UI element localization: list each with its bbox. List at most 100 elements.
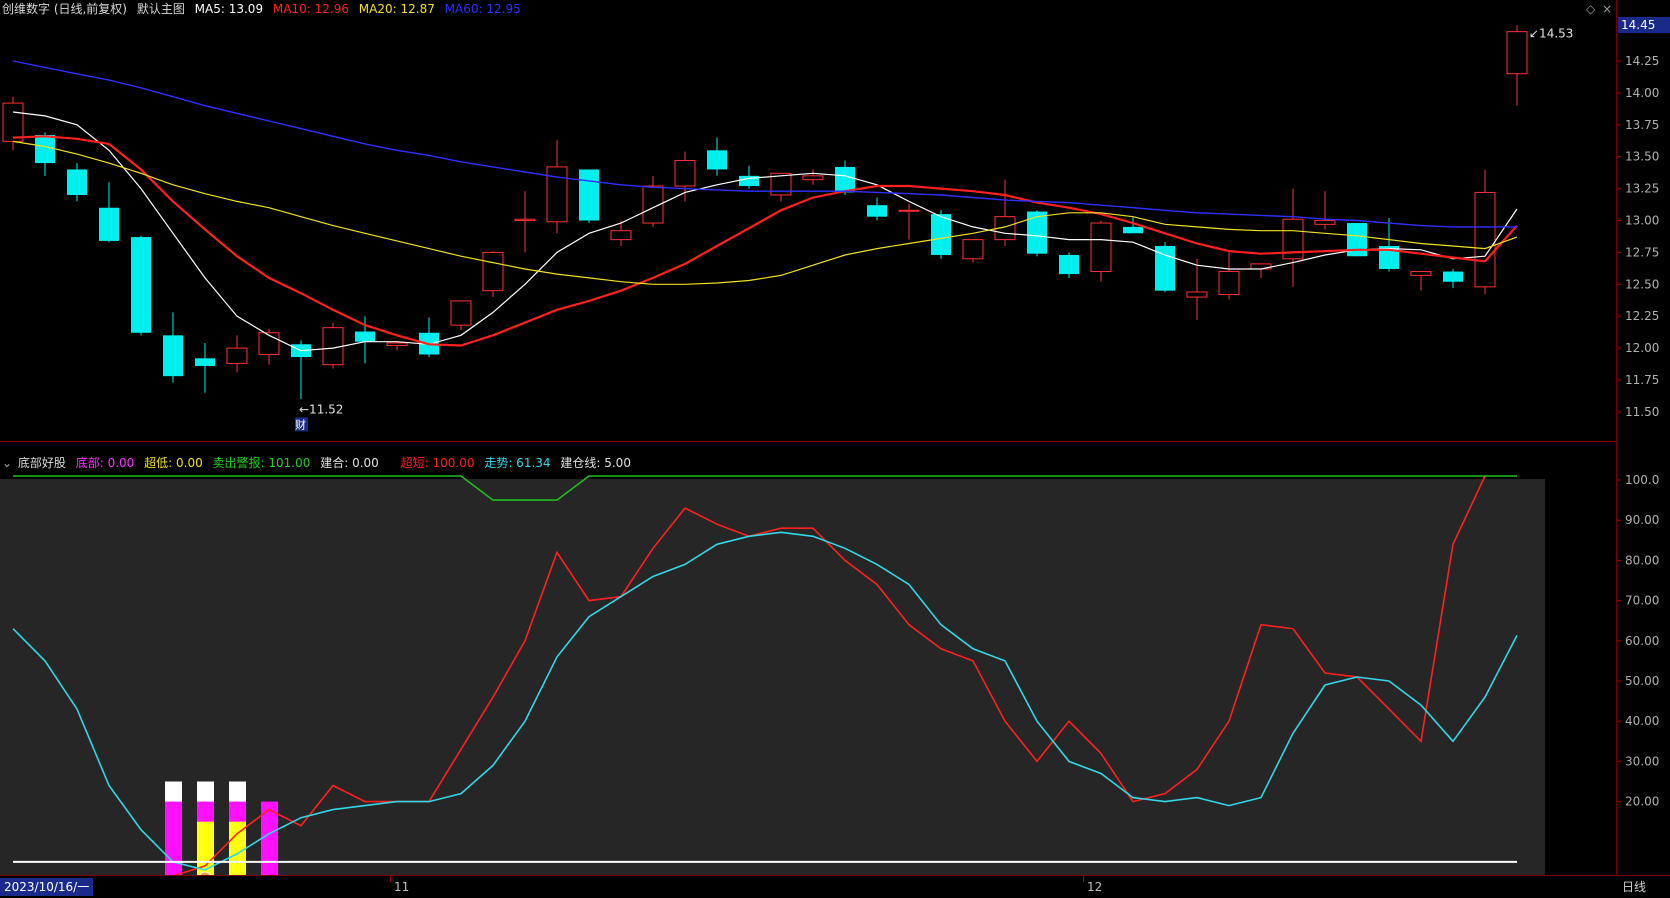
candle — [1315, 191, 1335, 229]
candle — [1219, 252, 1239, 299]
candle — [419, 317, 439, 357]
candle-body — [835, 167, 855, 193]
candle — [1475, 169, 1495, 294]
candle — [99, 182, 119, 242]
candle-body — [163, 335, 183, 376]
candle-body — [355, 332, 375, 342]
price-chart-panel[interactable]: 创维数字 (日线,前复权) 默认主图 MA5: 13.09 MA10: 12.9… — [0, 0, 1616, 442]
candle — [675, 152, 695, 202]
candle-body — [387, 343, 407, 346]
month-tick-11 — [390, 876, 391, 882]
candle-body — [227, 348, 247, 363]
indicator-tick-label: 50.00 — [1625, 674, 1659, 688]
candle-body — [1059, 255, 1079, 274]
candle-body — [547, 167, 567, 222]
candle — [451, 301, 471, 330]
candle — [1155, 242, 1175, 292]
candle-body — [67, 169, 87, 195]
candle — [963, 240, 983, 263]
price-tick-label: 14.25 — [1625, 54, 1659, 68]
candle — [931, 210, 951, 258]
candle — [387, 342, 407, 351]
indicator-tick-label: 60.00 — [1625, 634, 1659, 648]
period-selector[interactable]: 日线 — [1622, 878, 1646, 896]
candle-body — [99, 208, 119, 241]
candle — [163, 312, 183, 382]
candle-body — [611, 231, 631, 240]
candle — [1443, 269, 1463, 288]
price-tick-label: 11.50 — [1625, 405, 1659, 419]
month-label-12: 12 — [1087, 878, 1102, 896]
candle-body — [35, 135, 55, 163]
candle-body — [1475, 192, 1495, 286]
candle — [803, 169, 823, 184]
price-tick-label: 12.25 — [1625, 309, 1659, 323]
candle-body — [1027, 212, 1047, 254]
candle-body — [675, 161, 695, 187]
low-price-label: ←11.52 — [299, 402, 343, 416]
price-tick-label: 12.75 — [1625, 245, 1659, 259]
candle — [739, 166, 759, 189]
price-tick-label: 13.50 — [1625, 150, 1659, 164]
price-tick-label: 13.75 — [1625, 118, 1659, 132]
candle-body — [259, 333, 279, 355]
candle — [1091, 221, 1111, 282]
candle — [1059, 252, 1079, 278]
current-price-tag: 14.45 — [1621, 18, 1655, 32]
candle-body — [3, 103, 23, 141]
axis-labels: 14.4514.2514.0013.7513.5013.2513.0012.75… — [1617, 0, 1670, 875]
price-tick-label: 12.00 — [1625, 341, 1659, 355]
candle-body — [1187, 292, 1207, 297]
candle — [227, 335, 247, 372]
indicator-panel[interactable]: $ — [0, 452, 1616, 875]
candle — [643, 176, 663, 227]
month-tick-12 — [1083, 876, 1084, 882]
candle — [1187, 259, 1207, 320]
indicator-chart[interactable]: $ — [0, 452, 1616, 875]
indicator-tick-label: 80.00 — [1625, 553, 1659, 567]
candle-body — [1411, 272, 1431, 276]
price-tick-label: 11.75 — [1625, 373, 1659, 387]
candle — [259, 329, 279, 365]
finance-marker: 财 — [295, 417, 306, 431]
candle-body — [1251, 264, 1271, 269]
candle-body — [131, 237, 151, 333]
candle-body — [1123, 227, 1143, 233]
candle — [707, 138, 727, 176]
candle — [291, 340, 311, 399]
candle-body — [483, 252, 503, 290]
candlestick-chart[interactable]: ↙14.53 ←11.52财 — [0, 0, 1616, 441]
indicator-tick-label: 100.0 — [1625, 473, 1659, 487]
indicator-tick-label: 20.00 — [1625, 795, 1659, 809]
candle-body — [707, 150, 727, 169]
candle-body — [1443, 272, 1463, 282]
candle-body — [899, 210, 919, 211]
indicator-tick-label: 70.00 — [1625, 594, 1659, 608]
candle-body — [195, 358, 215, 366]
candle — [547, 140, 567, 233]
price-tick-label: 14.00 — [1625, 86, 1659, 100]
candle-body — [867, 205, 887, 216]
candle — [67, 163, 87, 201]
candle-body — [579, 169, 599, 220]
candle — [611, 221, 631, 247]
candle — [995, 180, 1015, 246]
month-label-11: 11 — [394, 878, 409, 896]
candle — [1283, 189, 1303, 287]
candle — [1507, 25, 1527, 105]
candle — [579, 169, 599, 223]
candle — [771, 173, 791, 201]
candle — [483, 251, 503, 297]
candle — [899, 204, 919, 240]
price-tick-label: 13.00 — [1625, 214, 1659, 228]
price-tick-label: 12.50 — [1625, 277, 1659, 291]
time-axis[interactable]: 2023/10/16/一 11 12 日线 — [0, 875, 1670, 898]
candle-body — [803, 176, 823, 180]
high-price-label: ↙14.53 — [1529, 26, 1573, 40]
candle-body — [1091, 223, 1111, 271]
indicator-tick-label: 40.00 — [1625, 714, 1659, 728]
candle-body — [931, 214, 951, 255]
price-axis[interactable]: 14.4514.2514.0013.7513.5013.2513.0012.75… — [1616, 0, 1670, 875]
candle — [323, 323, 343, 369]
candle-body — [515, 219, 535, 220]
